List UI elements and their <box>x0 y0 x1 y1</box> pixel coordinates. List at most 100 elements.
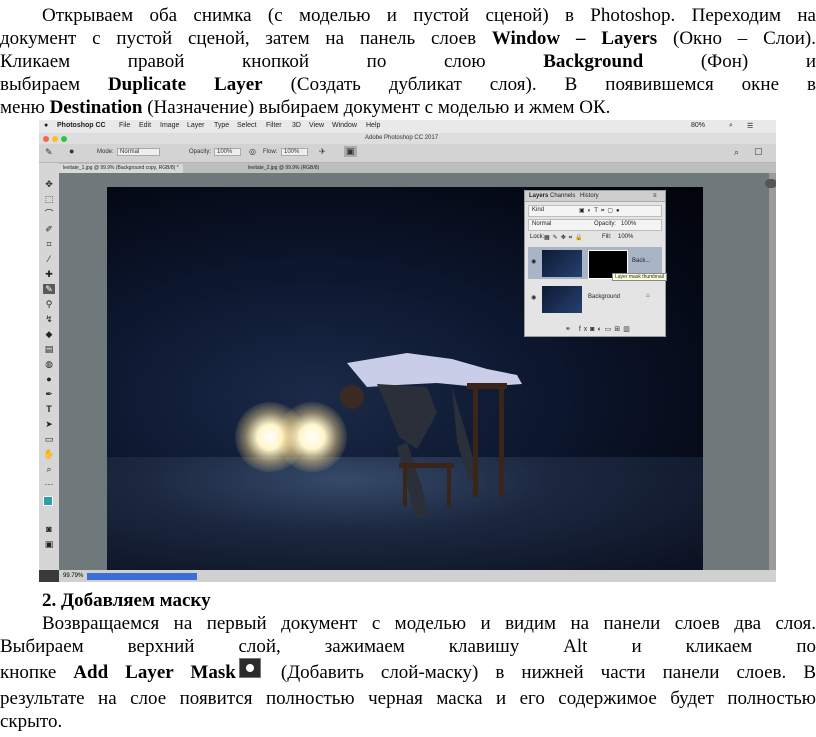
intro-line-4: выбираем Duplicate Layer (Создать дублик… <box>0 74 816 95</box>
airbrush-icon: ✈ <box>319 147 326 156</box>
add-mask-icon: ◙ <box>590 326 598 333</box>
section2-line-2: Выбираем верхний слой, зажимаем клавишу … <box>0 636 816 657</box>
adjustment-icon: ◐ <box>597 326 605 333</box>
tab-levitate-1: levitate_1.jpg @ 99.9% (Background copy,… <box>59 164 183 173</box>
document-tabs: levitate_1.jpg @ 99.9% (Background copy,… <box>59 163 776 173</box>
layers-panel-footer: ⚭ fx◙◐▭⊞▥ <box>565 325 633 333</box>
filter-icons: ▣◐T⌗▢● <box>579 208 623 214</box>
menu-file: File <box>119 122 131 129</box>
brush-tool-active-icon: ✎ <box>43 284 55 294</box>
pen-tool-icon: ✒ <box>45 389 53 399</box>
menu-view: View <box>309 122 325 129</box>
mode-label: Mode: <box>97 149 114 155</box>
quick-select-icon: ✐ <box>45 224 53 234</box>
section2-line-4: результате на слое появится полностью че… <box>0 688 816 709</box>
status-progress <box>87 573 197 580</box>
window-title-bar: Adobe Photoshop CC 2017 <box>39 133 776 144</box>
history-brush-icon: ↯ <box>45 314 53 324</box>
add-layer-mask-icon <box>238 658 261 678</box>
shape-tool-icon: ▭ <box>44 434 54 444</box>
blend-mode: Normal <box>532 221 552 227</box>
dock-toggle-icon <box>765 179 776 188</box>
quick-mask-icon: ◙ <box>46 524 52 534</box>
kind-filter: Kind <box>532 207 545 213</box>
menu-filter: Filter <box>266 122 282 129</box>
layer-row-background: ◉ Background ⌂ <box>528 283 662 315</box>
blend-row: Normal Opacity: 100% <box>528 219 662 231</box>
right-dock-strip <box>765 173 776 570</box>
intro-line-1: Открываем оба снимка (с моделью и пустой… <box>42 5 816 26</box>
fill-value: 100% <box>618 234 634 240</box>
minimize-dot-icon <box>52 136 58 142</box>
stamp-tool-icon: ⚲ <box>45 299 53 309</box>
tab-channels: Channels <box>550 193 576 199</box>
zoom-dot-icon <box>61 136 67 142</box>
panel-opacity-value: 100% <box>621 221 637 227</box>
section2-line-5: скрыто. <box>0 711 63 732</box>
status-bar: 99.79% <box>59 570 776 582</box>
tools-panel: ✥ ⬚ ⌒ ✐ ⌗ ⁄ ✚ ✎ ⚲ ↯ ◆ ▤ ◍ ● ✒ T ➤ ▭ ✋ ⌕ … <box>39 163 60 570</box>
fill-label: Fill: <box>602 234 612 240</box>
move-tool-icon: ✥ <box>45 179 53 189</box>
menu-3d: 3D <box>292 122 301 129</box>
color-swatches-icon <box>43 496 55 510</box>
group-icon: ▭ <box>604 326 615 333</box>
mac-menu-bar: ● Photoshop CC File Edit Image Layer Typ… <box>39 120 776 134</box>
intro-paragraph: Открываем оба снимка (с моделью и пустой… <box>0 4 816 119</box>
battery-label: 80% <box>691 122 706 129</box>
workspace-icon: ▢ <box>754 146 763 156</box>
intro-line-3: Кликаем правой кнопкой по слою Backgroun… <box>0 51 816 72</box>
layers-panel: Layers Channels History ≡ Kind ▣◐T⌗▢● No… <box>524 190 667 337</box>
menu-image: Image <box>160 122 180 129</box>
search-icon: ⌕ <box>729 122 733 129</box>
more-tools-icon: ··· <box>44 479 54 489</box>
intro-line-5: меню Destination (Назначение) выбираем д… <box>0 97 611 118</box>
lasso-tool-icon: ⌒ <box>44 209 54 219</box>
healing-tool-icon: ✚ <box>45 269 53 279</box>
blur-tool-icon: ◍ <box>45 359 53 369</box>
tablet-icon: ▣ <box>344 146 357 157</box>
hand-tool-icon: ✋ <box>43 449 55 459</box>
close-dot-icon <box>43 136 49 142</box>
new-layer-icon: ⊞ <box>614 326 624 333</box>
lock-row: Lock: ▦✎✥⌗🔒 Fill: 100% <box>528 233 660 243</box>
brush-preset-icon: ● <box>69 146 75 156</box>
tab-history: History <box>580 193 599 199</box>
kind-filter-row: Kind ▣◐T⌗▢● <box>528 205 662 217</box>
photoshop-screenshot: ● Photoshop CC File Edit Image Layer Typ… <box>39 120 776 582</box>
layer-thumbnail <box>542 250 582 277</box>
tab-levitate-2: levitate_2.jpg @ 99.9% (RGB/8) <box>248 165 320 171</box>
gradient-tool-icon: ▤ <box>44 344 54 354</box>
type-tool-icon: T <box>46 404 52 414</box>
menu-edit: Edit <box>139 122 152 129</box>
tab-layers: Layers <box>529 193 549 199</box>
opacity-field: 100% <box>214 148 242 156</box>
visibility-eye-icon: ◉ <box>531 259 537 265</box>
dodge-tool-icon: ● <box>46 374 52 384</box>
list-icon: ☰ <box>747 123 754 130</box>
menu-app-name: Photoshop CC <box>57 122 106 129</box>
crop-tool-icon: ⌗ <box>46 239 52 249</box>
opacity-label: Opacity: <box>189 149 212 155</box>
visibility-eye-icon: ◉ <box>531 295 537 301</box>
flow-label: Flow: <box>263 149 278 155</box>
lock-label: Lock: <box>530 234 545 240</box>
layer-thumbnail <box>542 286 582 313</box>
layer-name-top: Back... <box>632 258 651 264</box>
menu-window: Window <box>332 122 357 129</box>
zoom-tool-icon: ⌕ <box>46 464 52 474</box>
lock-icons: ▦✎✥⌗🔒 <box>544 235 586 241</box>
panel-menu-icon: ≡ <box>653 193 657 199</box>
layer-name-bottom: Background <box>588 294 621 300</box>
eyedropper-icon: ⁄ <box>48 254 50 264</box>
screen-mode-icon: ▣ <box>44 539 54 549</box>
pressure-icon: ◎ <box>249 147 256 156</box>
menu-help: Help <box>366 122 381 129</box>
section-heading: 2. Добавляем маску <box>42 590 211 611</box>
intro-line-2: документ с пустой сценой, затем на панел… <box>0 28 816 49</box>
zoom-readout: 99.79% <box>63 573 84 579</box>
menu-type: Type <box>214 122 230 129</box>
section2-paragraph: Возвращаемся на первый документ с модель… <box>0 612 816 733</box>
layer-lock-icon: ⌂ <box>646 293 650 299</box>
apple-icon: ● <box>44 122 49 129</box>
